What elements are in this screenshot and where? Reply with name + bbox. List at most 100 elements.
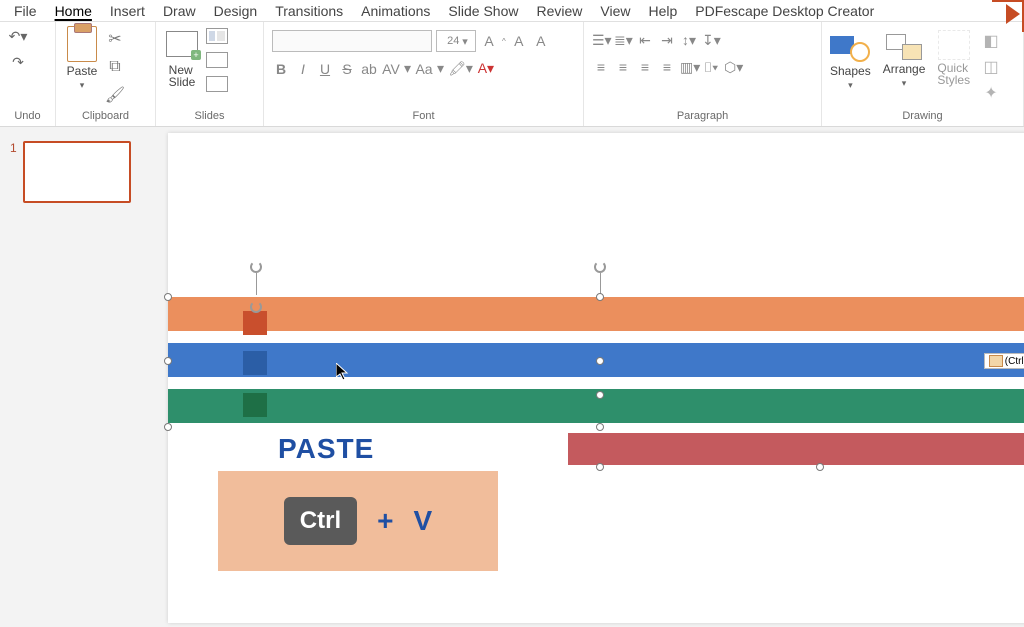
selection-handle[interactable] — [596, 391, 604, 399]
char-spacing-button[interactable]: AV — [382, 61, 400, 77]
selection-handle[interactable] — [596, 423, 604, 431]
layout-button[interactable] — [206, 28, 228, 44]
increase-font-icon[interactable]: A — [480, 33, 498, 49]
slide-canvas-area[interactable]: (Ctrl)▾ PASTE Ctrl + V — [158, 127, 1024, 627]
group-label-paragraph: Paragraph — [592, 108, 813, 124]
menu-design[interactable]: Design — [214, 3, 258, 19]
v-key-icon: V — [414, 505, 433, 537]
cut-icon[interactable]: ✂ — [106, 30, 124, 48]
shape-effects-icon[interactable]: ✦ — [982, 84, 1000, 102]
workspace: 1 — [0, 127, 1024, 627]
change-case-button[interactable]: Aa — [415, 61, 433, 77]
font-size-select[interactable]: 24▾ — [436, 30, 476, 52]
excel-chip-icon — [243, 393, 267, 417]
ribbon: ↶▾ ↷ Undo Paste ▾ ✂ ⧉ 🖌 Clipboard New Sl… — [0, 22, 1024, 127]
undo-button[interactable]: ↶▾ — [8, 26, 28, 46]
align-left-button[interactable]: ≡ — [592, 59, 610, 76]
selection-handle[interactable] — [596, 357, 604, 365]
slide-thumbnail[interactable] — [23, 141, 131, 203]
menu-home[interactable]: Home — [55, 3, 92, 19]
reset-button[interactable] — [206, 52, 228, 68]
selection-handle[interactable] — [596, 463, 604, 471]
indent-more-button[interactable]: ⇥ — [658, 32, 676, 49]
group-label-font: Font — [272, 108, 575, 124]
rotation-handle-icon[interactable] — [594, 261, 606, 273]
quick-styles-icon — [938, 30, 970, 60]
align-text-button[interactable]: ⌷▾ — [702, 59, 720, 76]
format-painter-icon[interactable]: 🖌 — [106, 86, 124, 104]
selection-handle[interactable] — [816, 463, 824, 471]
menu-view[interactable]: View — [600, 3, 630, 19]
text-shadow-button[interactable]: ab — [360, 61, 378, 77]
ctrl-key-icon: Ctrl — [284, 497, 357, 545]
hint-card: Ctrl + V — [218, 471, 498, 571]
highlight-button[interactable]: 🖍▾ — [448, 60, 473, 77]
paste-options-button[interactable]: (Ctrl)▾ — [984, 353, 1024, 369]
bold-button[interactable]: B — [272, 61, 290, 77]
shape-fill-icon[interactable]: ◧ — [982, 32, 1000, 50]
font-color-button[interactable]: A▾ — [477, 60, 495, 77]
selection-handle[interactable] — [164, 293, 172, 301]
word-chip-icon — [243, 351, 267, 375]
rotation-handle-icon[interactable] — [250, 301, 262, 313]
menu-slide-show[interactable]: Slide Show — [448, 3, 518, 19]
plus-icon: + — [377, 505, 393, 537]
clipboard-icon — [67, 26, 97, 62]
section-button[interactable] — [206, 76, 228, 92]
paste-button[interactable]: Paste ▾ — [64, 26, 100, 91]
strikethrough-button[interactable]: S — [338, 61, 356, 77]
new-slide-button[interactable]: New Slide — [164, 26, 200, 88]
selection-handle[interactable] — [596, 293, 604, 301]
new-slide-icon — [166, 31, 198, 57]
shortcut-hint-overlay: PASTE Ctrl + V — [218, 433, 498, 571]
shape-bar-orange[interactable] — [168, 297, 1024, 331]
menu-help[interactable]: Help — [648, 3, 677, 19]
underline-button[interactable]: U — [316, 61, 334, 77]
copy-icon[interactable]: ⧉ — [106, 58, 124, 76]
align-center-button[interactable]: ≡ — [614, 59, 632, 76]
text-direction-button[interactable]: ↧▾ — [702, 32, 720, 49]
align-right-button[interactable]: ≡ — [636, 59, 654, 76]
selection-handle[interactable] — [164, 357, 172, 365]
group-drawing: Shapes▾ Arrange▾ Quick Styles ◧ ◫ ✦ Draw… — [822, 22, 1024, 126]
shape-bar-red[interactable] — [568, 433, 1024, 465]
arrange-icon — [886, 30, 922, 60]
font-family-select[interactable] — [272, 30, 432, 52]
indent-less-button[interactable]: ⇤ — [636, 32, 654, 49]
line-spacing-button[interactable]: ↕▾ — [680, 32, 698, 49]
justify-button[interactable]: ≡ — [658, 59, 676, 76]
columns-button[interactable]: ▥▾ — [680, 59, 698, 76]
decrease-font-icon[interactable]: A — [510, 33, 528, 49]
shape-outline-icon[interactable]: ◫ — [982, 58, 1000, 76]
bullets-button[interactable]: ☰▾ — [592, 32, 610, 49]
rotation-handle-icon[interactable] — [250, 261, 262, 273]
slide[interactable]: (Ctrl)▾ PASTE Ctrl + V — [168, 133, 1024, 623]
hint-title: PASTE — [278, 433, 498, 465]
menu-transitions[interactable]: Transitions — [275, 3, 343, 19]
group-font: 24▾ A^ A A B I U S ab AV▾ Aa▾ 🖍▾ A▾ Font — [264, 22, 584, 126]
numbering-button[interactable]: ≣▾ — [614, 32, 632, 49]
group-label-undo: Undo — [8, 108, 47, 124]
slide-thumbnail-panel[interactable]: 1 — [0, 127, 158, 627]
group-clipboard: Paste ▾ ✂ ⧉ 🖌 Clipboard — [56, 22, 156, 126]
menu-file[interactable]: File — [14, 3, 37, 19]
shapes-icon — [830, 30, 870, 62]
quick-styles-button[interactable]: Quick Styles — [937, 30, 970, 86]
menu-insert[interactable]: Insert — [110, 3, 145, 19]
thumbnail-index: 1 — [10, 141, 17, 613]
smartart-button[interactable]: ⬡▾ — [724, 59, 742, 76]
group-undo: ↶▾ ↷ Undo — [0, 22, 56, 126]
menu-review[interactable]: Review — [536, 3, 582, 19]
group-label-clipboard: Clipboard — [64, 108, 147, 124]
italic-button[interactable]: I — [294, 61, 312, 77]
redo-button[interactable]: ↷ — [8, 52, 28, 72]
menu-pdfescape[interactable]: PDFescape Desktop Creator — [695, 3, 874, 19]
paste-label: Paste — [67, 64, 98, 78]
arrange-button[interactable]: Arrange▾ — [883, 30, 926, 89]
menu-draw[interactable]: Draw — [163, 3, 196, 19]
group-slides: New Slide Slides — [156, 22, 264, 126]
menu-animations[interactable]: Animations — [361, 3, 430, 19]
clear-formatting-icon[interactable]: A — [532, 33, 550, 49]
shapes-button[interactable]: Shapes▾ — [830, 30, 871, 91]
selection-handle[interactable] — [164, 423, 172, 431]
